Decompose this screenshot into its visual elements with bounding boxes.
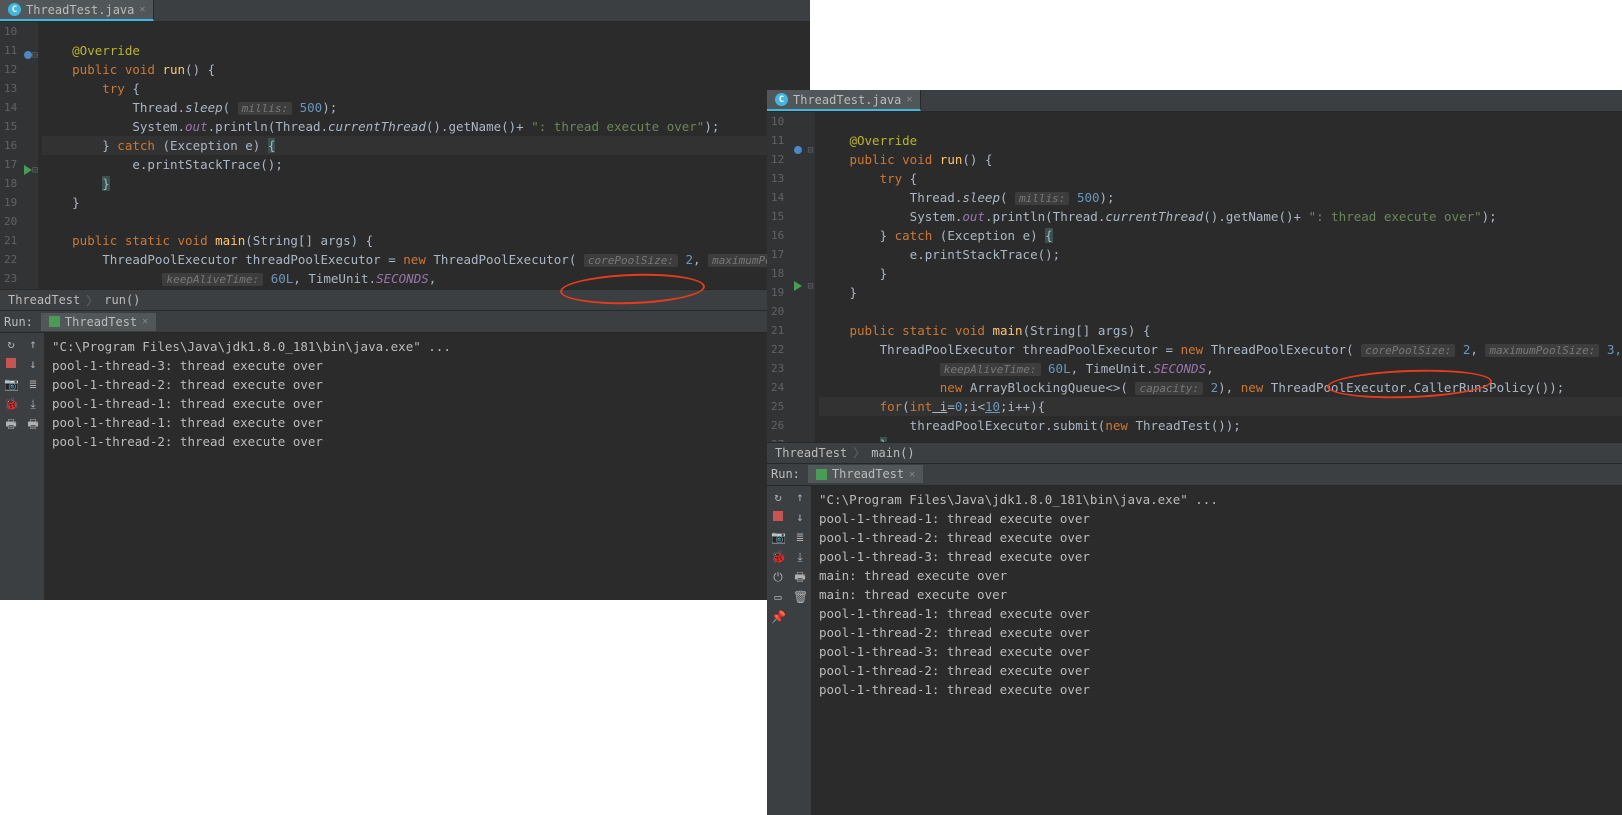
breadcrumb-separator-icon: 〉 — [853, 444, 865, 461]
rerun-icon[interactable]: ↻ — [4, 337, 18, 351]
console-output[interactable]: "C:\Program Files\Java\jdk1.8.0_181\bin\… — [811, 486, 1622, 815]
ide-window-left: C ThreadTest.java ✕ 10111213141516171819… — [0, 0, 810, 600]
breadcrumb-item[interactable]: run() — [104, 293, 140, 307]
close-icon[interactable]: ✕ — [139, 4, 145, 15]
down-icon[interactable]: ↓ — [26, 357, 40, 371]
run-config-name: ThreadTest — [65, 315, 137, 329]
line-gutter: 1011121314151617181920212223242526272829… — [0, 22, 24, 289]
class-icon: C — [8, 3, 21, 16]
editor-tab-bar: C ThreadTest.java ✕ — [0, 0, 810, 22]
wrap-icon[interactable]: ≣ — [793, 530, 807, 544]
camera-icon[interactable]: 📷 — [771, 530, 785, 544]
run-config-name: ThreadTest — [832, 467, 904, 481]
scroll-icon[interactable]: ⤓ — [793, 550, 807, 564]
close-icon[interactable]: ✕ — [909, 469, 915, 480]
run-tool-bar: Run: ThreadTest ✕ — [0, 311, 810, 333]
run-config-icon — [816, 469, 827, 480]
camera-icon[interactable]: 📷 — [4, 377, 18, 391]
up-icon[interactable]: ↑ — [793, 490, 807, 504]
run-tool-col-2: ↑ ↓ ≣ ⤓ 🖶 — [22, 333, 44, 600]
code-editor[interactable]: @Override public void run() { try { Thre… — [815, 112, 1622, 442]
breadcrumb-item[interactable]: ThreadTest — [775, 446, 847, 460]
breadcrumb-item[interactable]: main() — [871, 446, 914, 460]
breadcrumb-item[interactable]: ThreadTest — [8, 293, 80, 307]
run-tool-col-2: ↑ ↓ ≣ ⤓ 🖶 🗑 — [789, 486, 811, 815]
trash-icon[interactable]: ▭ — [771, 590, 785, 604]
trash-icon[interactable]: 🗑 — [793, 590, 807, 604]
editor-area[interactable]: 1011121314151617181920212223242526272829… — [0, 22, 810, 289]
console-output[interactable]: "C:\Program Files\Java\jdk1.8.0_181\bin\… — [44, 333, 810, 600]
editor-area[interactable]: 1011121314151617181920212223242526272829… — [767, 112, 1622, 442]
bug-icon[interactable]: 🐞 — [4, 397, 18, 411]
gutter-annotations — [24, 22, 32, 289]
run-label: Run: — [771, 467, 800, 481]
print-icon[interactable]: 🖶 — [26, 417, 40, 431]
run-label: Run: — [4, 315, 33, 329]
stop-icon[interactable] — [771, 510, 785, 524]
stop-icon[interactable] — [4, 357, 18, 371]
pin-icon[interactable]: 📌 — [771, 610, 785, 624]
down-icon[interactable]: ↓ — [793, 510, 807, 524]
close-icon[interactable]: ✕ — [906, 94, 912, 105]
gutter-annotations — [791, 112, 806, 442]
tab-label: ThreadTest.java — [793, 93, 901, 107]
editor-tab[interactable]: C ThreadTest.java ✕ — [0, 0, 154, 21]
print-icon[interactable]: 🖶 — [4, 417, 18, 431]
console-panel: ↻ 📷 🐞 ⏻ ▭ 📌 ↑ ↓ ≣ ⤓ 🖶 🗑 "C:\Program File… — [767, 486, 1622, 815]
bug-icon[interactable]: 🐞 — [771, 550, 785, 564]
breadcrumb-separator-icon: 〉 — [86, 292, 98, 309]
scroll-icon[interactable]: ⤓ — [26, 397, 40, 411]
run-tool-col-1: ↻ 📷 🐞 🖶 — [0, 333, 22, 600]
run-config-icon — [49, 316, 60, 327]
line-gutter: 1011121314151617181920212223242526272829… — [767, 112, 791, 442]
editor-tab[interactable]: C ThreadTest.java ✕ — [767, 90, 921, 111]
print-icon[interactable]: 🖶 — [793, 570, 807, 584]
up-icon[interactable]: ↑ — [26, 337, 40, 351]
tab-label: ThreadTest.java — [26, 3, 134, 17]
wrap-icon[interactable]: ≣ — [26, 377, 40, 391]
run-tool-col-1: ↻ 📷 🐞 ⏻ ▭ 📌 — [767, 486, 789, 815]
ide-window-right: C ThreadTest.java ✕ 10111213141516171819… — [767, 90, 1622, 815]
class-icon: C — [775, 93, 788, 106]
console-panel: ↻ 📷 🐞 🖶 ↑ ↓ ≣ ⤓ 🖶 "C:\Program Files\Java… — [0, 333, 810, 600]
run-tool-bar: Run: ThreadTest ✕ — [767, 464, 1622, 486]
breadcrumb-bar[interactable]: ThreadTest 〉 main() — [767, 442, 1622, 464]
breadcrumb-bar[interactable]: ThreadTest 〉 run() — [0, 289, 810, 311]
fold-strip: ⊟⊟ — [806, 112, 816, 442]
rerun-icon[interactable]: ↻ — [771, 490, 785, 504]
close-icon[interactable]: ✕ — [142, 316, 148, 327]
run-config-tab[interactable]: ThreadTest ✕ — [808, 465, 923, 483]
exit-icon[interactable]: ⏻ — [771, 570, 785, 584]
code-editor[interactable]: @Override public void run() { try { Thre… — [38, 22, 810, 289]
run-config-tab[interactable]: ThreadTest ✕ — [41, 313, 156, 331]
editor-tab-bar: C ThreadTest.java ✕ — [767, 90, 1622, 112]
